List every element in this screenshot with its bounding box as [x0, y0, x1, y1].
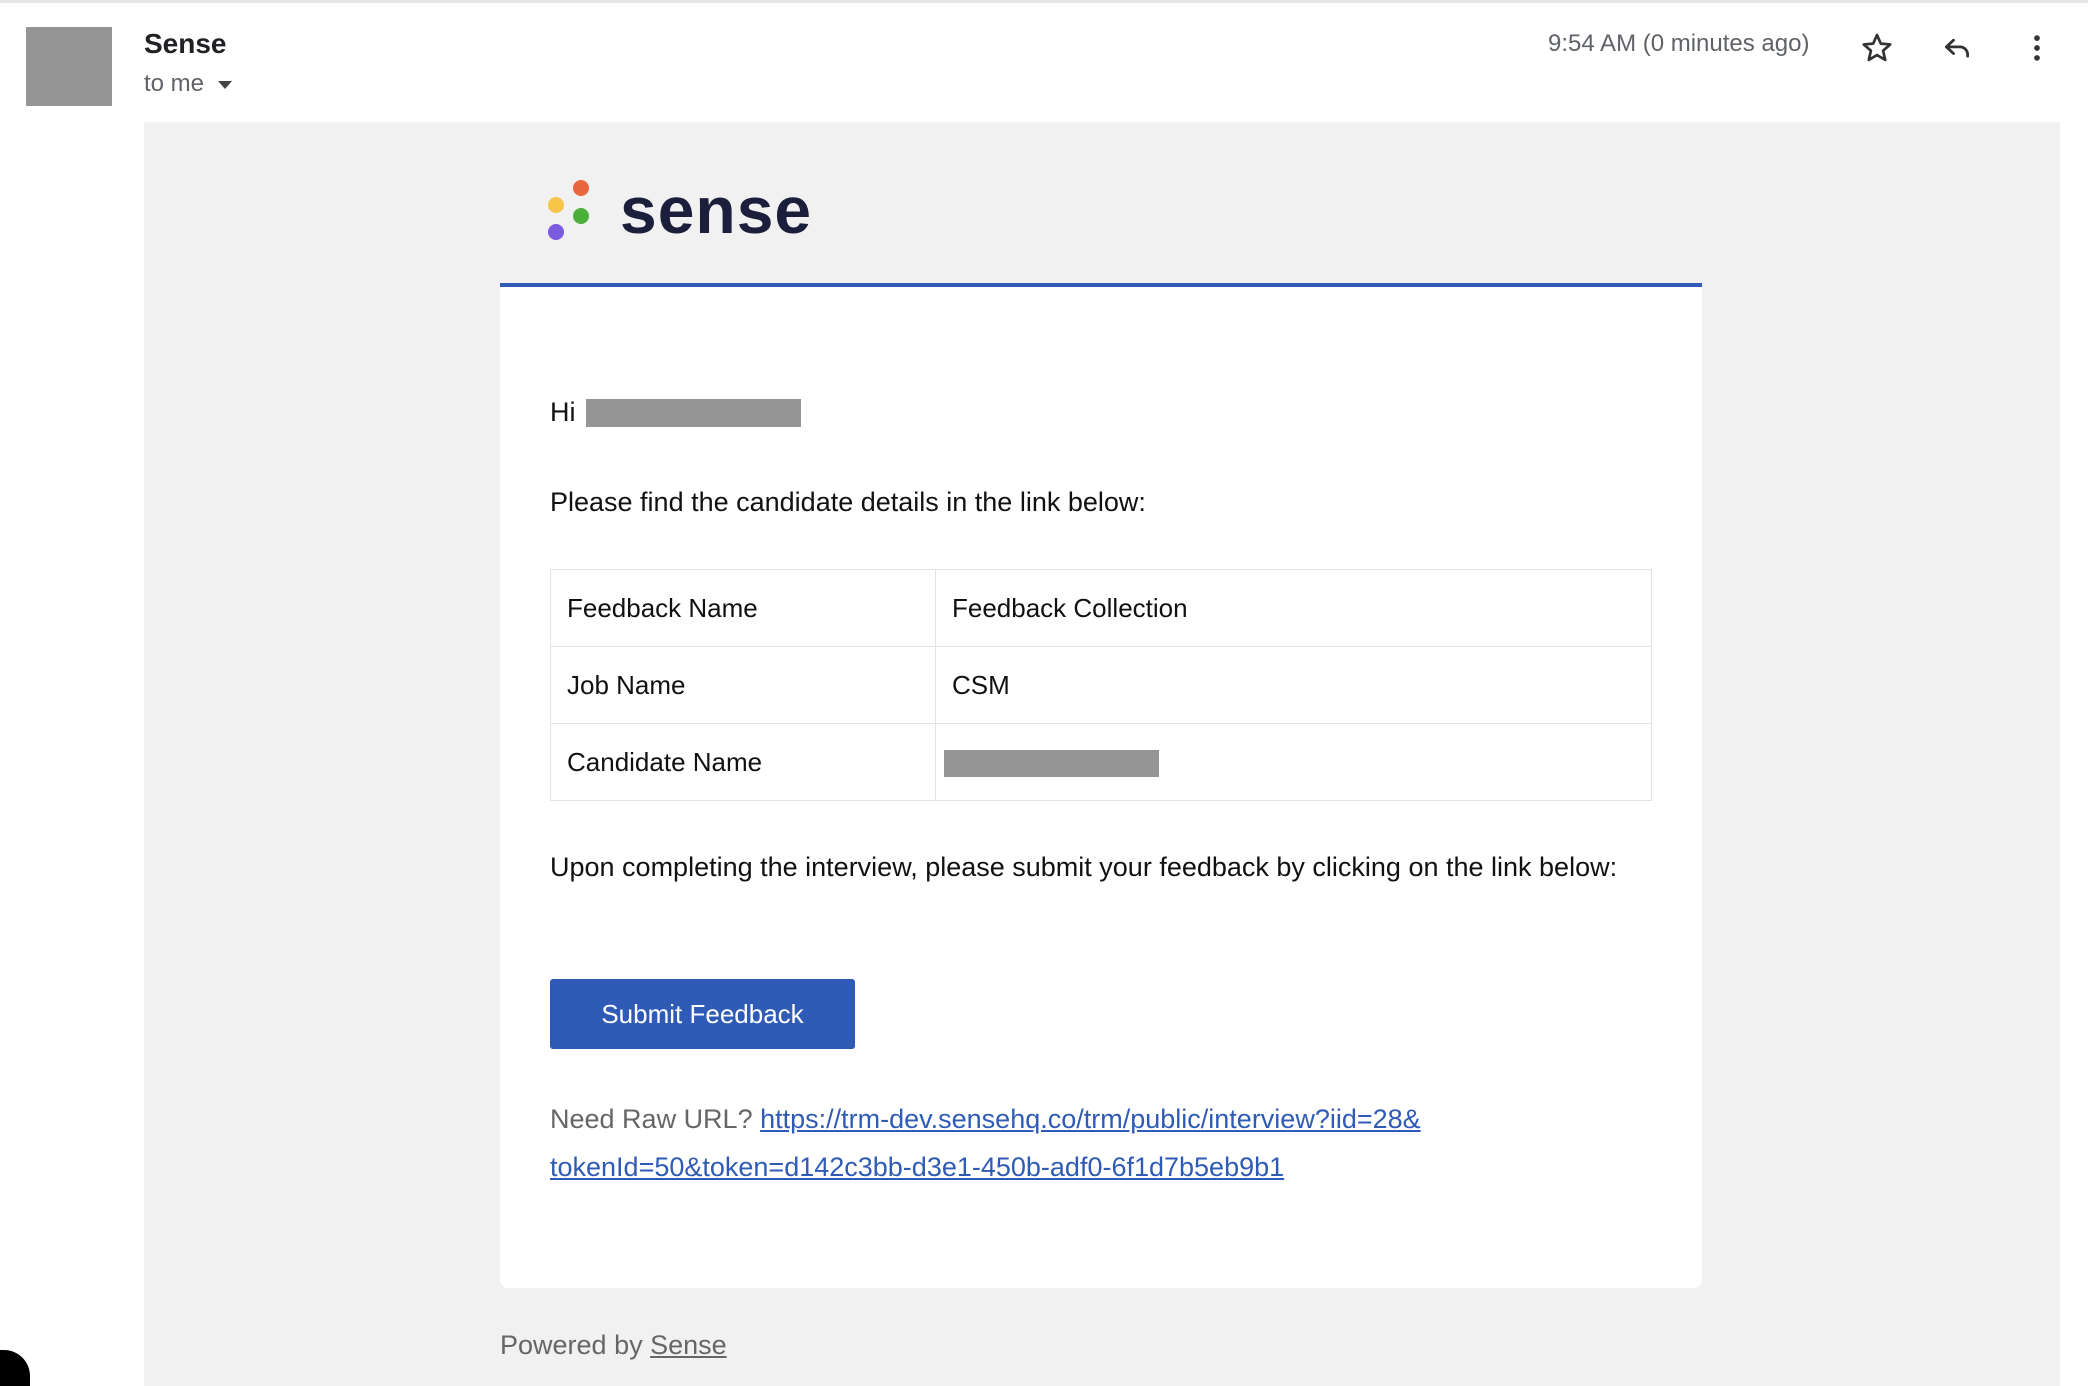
logo-wordmark: sense	[620, 173, 813, 247]
instruction-text: Upon completing the interview, please su…	[550, 852, 1618, 882]
redacted-candidate-name	[944, 750, 1159, 778]
detail-value: Feedback Collection	[935, 569, 1652, 647]
detail-label: Candidate Name	[550, 723, 936, 801]
detail-label: Job Name	[550, 646, 936, 724]
reply-icon	[1944, 38, 1970, 58]
star-icon	[1862, 33, 1892, 62]
sender-name[interactable]: Sense	[144, 28, 227, 60]
greeting-text: Hi	[550, 397, 576, 427]
raw-url-prompt: Need Raw URL?	[550, 1104, 753, 1134]
table-row: Job Name CSM	[550, 646, 1652, 724]
greeting: Hi	[550, 397, 801, 428]
recipient-dropdown[interactable]: to me	[144, 70, 233, 98]
redacted-recipient-name	[585, 398, 801, 427]
detail-value: CSM	[935, 646, 1652, 724]
sense-logo-dots-icon	[548, 180, 589, 240]
email-timestamp: 9:54 AM (0 minutes ago)	[1548, 30, 1810, 57]
detail-value-redacted	[935, 723, 1652, 801]
star-button[interactable]	[1853, 24, 1901, 72]
sense-footer-link[interactable]: Sense	[650, 1330, 727, 1360]
more-vert-icon	[2034, 35, 2040, 61]
powered-by-text: Powered by	[500, 1330, 643, 1360]
intro-text: Please find the candidate details in the…	[550, 487, 1146, 517]
caret-down-icon[interactable]	[218, 81, 233, 89]
table-row: Candidate Name	[550, 723, 1652, 801]
email-card: Hi Please find the candidate details in …	[500, 283, 1702, 1288]
sense-logo: sense	[548, 176, 812, 244]
candidate-details-table: Feedback Name Feedback Collection Job Na…	[550, 569, 1652, 801]
top-divider	[0, 0, 2088, 3]
submit-feedback-button[interactable]: Submit Feedback	[550, 979, 855, 1049]
raw-url-line: Need Raw URL? https://trm-dev.sensehq.co…	[550, 1095, 1652, 1191]
table-row: Feedback Name Feedback Collection	[550, 569, 1652, 647]
powered-by-footer: Powered by Sense	[500, 1330, 727, 1361]
more-options-button[interactable]	[2013, 24, 2061, 72]
reply-button[interactable]	[1933, 24, 1981, 72]
recipient-label: to me	[144, 70, 205, 97]
detail-label: Feedback Name	[550, 569, 936, 647]
sender-avatar[interactable]	[26, 27, 112, 106]
window-corner	[0, 1350, 30, 1386]
